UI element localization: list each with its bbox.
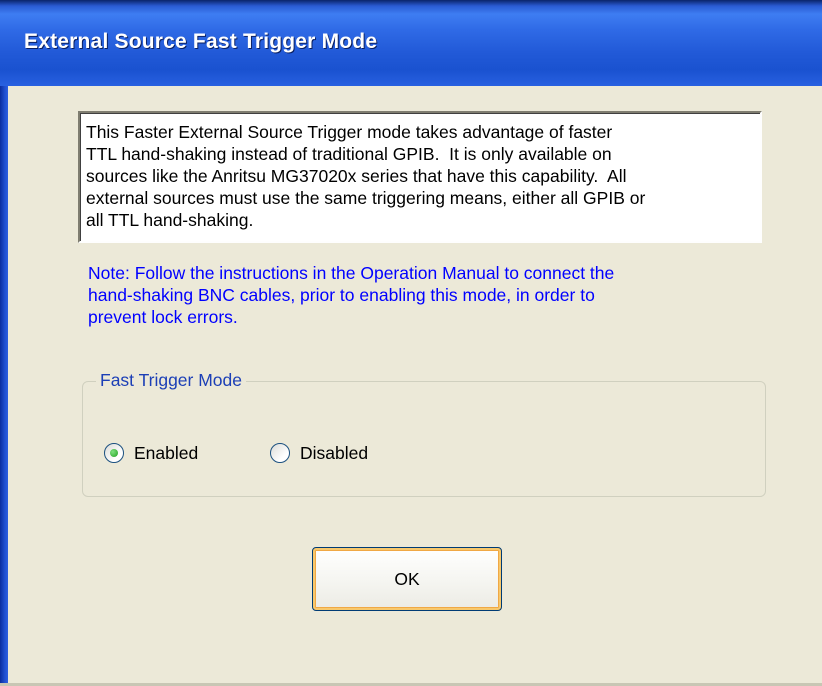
window-left-border [0,86,8,686]
enabled-radio[interactable]: Enabled [104,441,198,465]
radio-unchecked-icon[interactable] [270,443,290,463]
note-text: Note: Follow the instructions in the Ope… [88,263,615,327]
disabled-radio[interactable]: Disabled [270,441,368,465]
enabled-radio-label[interactable]: Enabled [134,443,198,464]
dialog-window: External Source Fast Trigger Mode This F… [0,0,822,686]
ok-button[interactable]: OK [312,547,502,611]
title-bar[interactable]: External Source Fast Trigger Mode [0,0,822,86]
dialog-title: External Source Fast Trigger Mode [24,30,378,53]
radio-checked-icon[interactable] [104,443,124,463]
description-textbox[interactable]: This Faster External Source Trigger mode… [78,111,762,243]
disabled-radio-label[interactable]: Disabled [300,443,368,464]
fast-trigger-group-label: Fast Trigger Mode [96,370,246,391]
fast-trigger-groupbox [82,381,766,497]
description-text: This Faster External Source Trigger mode… [86,122,646,230]
